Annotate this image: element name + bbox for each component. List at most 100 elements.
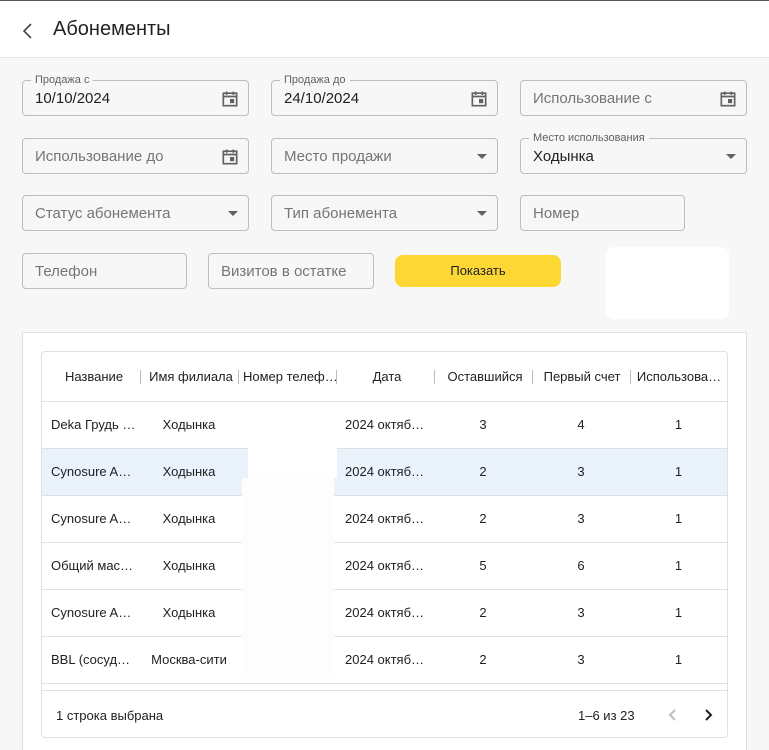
cell-date: 2024 октяб… <box>345 464 425 479</box>
sale-to-value: 24/10/2024 <box>284 90 360 107</box>
cell-name: BBL (сосуд… <box>51 652 131 667</box>
number-placeholder: Номер <box>533 205 580 222</box>
table-row[interactable]: Cynosure A… Ходынка 2024 октяб… 2 3 1 <box>42 496 727 543</box>
cell-remaining: 2 <box>479 511 487 526</box>
cell-used: 1 <box>674 605 683 620</box>
number-input[interactable]: Номер <box>520 195 685 231</box>
table-row[interactable]: Cynosure A… Ходынка 2024 октяб… 2 3 1 <box>42 449 727 496</box>
column-separator[interactable] <box>434 370 435 384</box>
cell-branch: Москва-сити <box>151 652 227 667</box>
cell-first: 3 <box>577 605 585 620</box>
column-header-remaining[interactable]: Оставшийся <box>438 352 532 402</box>
cell-name: Cynosure A… <box>51 605 132 620</box>
cell-name: Cynosure A… <box>51 464 132 479</box>
selected-rows-count: 1 строка выбрана <box>56 708 164 723</box>
cell-branch: Ходынка <box>162 605 216 620</box>
cell-name: Deka Грудь … <box>51 417 136 432</box>
sale-from-value: 10/10/2024 <box>35 90 111 107</box>
phone-placeholder: Телефон <box>35 263 98 280</box>
column-separator[interactable] <box>238 370 239 384</box>
visits-left-placeholder: Визитов в остатке <box>221 263 347 280</box>
arrow-drop-down-icon <box>228 211 238 216</box>
status-placeholder: Статус абонемента <box>35 205 171 222</box>
show-button[interactable]: Показать <box>395 255 561 287</box>
sale-from-label: Продажа с <box>31 73 94 87</box>
cell-remaining: 5 <box>479 558 487 573</box>
table-row[interactable]: Deka Грудь … Ходынка 2024 октяб… 3 4 1 <box>42 402 727 449</box>
calendar-icon[interactable] <box>718 89 738 109</box>
type-select[interactable]: Тип абонемента <box>271 195 498 231</box>
cell-first: 6 <box>577 558 585 573</box>
cell-date: 2024 октяб… <box>345 605 425 620</box>
type-placeholder: Тип абонемента <box>284 205 398 222</box>
table-row[interactable]: Общий мас… Ходынка 2024 октяб… 5 6 1 <box>42 543 727 590</box>
cell-date: 2024 октяб… <box>345 652 425 667</box>
phone-input[interactable]: Телефон <box>22 253 187 289</box>
page-title: Абонементы <box>53 18 171 40</box>
column-header-date[interactable]: Дата <box>340 352 434 402</box>
calendar-icon[interactable] <box>220 89 240 109</box>
visits-left-input[interactable]: Визитов в остатке <box>208 253 374 289</box>
use-from-field[interactable]: Использование с <box>520 80 747 116</box>
cell-first: 4 <box>577 417 585 432</box>
cell-first: 3 <box>577 464 585 479</box>
use-place-select[interactable]: Место использования Ходынка <box>520 131 747 174</box>
sale-to-label: Продажа до <box>280 73 350 87</box>
cell-used: 1 <box>674 558 683 573</box>
arrow-drop-down-icon <box>477 211 487 216</box>
cell-branch: Ходынка <box>162 417 216 432</box>
cell-branch: Ходынка <box>162 558 216 573</box>
cell-date: 2024 октяб… <box>345 511 425 526</box>
data-grid: Название Имя филиала Номер телеф… Дата О… <box>41 351 728 738</box>
cell-name: Cynosure A… <box>51 511 132 526</box>
sale-to-field[interactable]: Продажа до 24/10/2024 <box>271 73 498 116</box>
cell-remaining: 2 <box>479 464 487 479</box>
cell-first: 3 <box>577 652 585 667</box>
cell-remaining: 3 <box>479 417 487 432</box>
cell-used: 1 <box>674 511 683 526</box>
column-header-first[interactable]: Первый счет <box>536 352 628 402</box>
sale-from-field[interactable]: Продажа с 10/10/2024 <box>22 73 249 116</box>
cell-date: 2024 октяб… <box>345 417 425 432</box>
cell-branch: Ходынка <box>162 511 216 526</box>
column-separator[interactable] <box>140 370 141 384</box>
sale-place-placeholder: Место продажи <box>284 148 392 165</box>
use-place-label: Место использования <box>529 131 649 145</box>
table-row[interactable]: BBL (сосуд… Москва-сити 2024 октяб… 2 3 … <box>42 637 727 684</box>
column-header-phone[interactable]: Номер телеф… <box>243 352 336 402</box>
column-header-used[interactable]: Использова… <box>636 352 722 402</box>
arrow-drop-down-icon <box>477 154 487 159</box>
cell-remaining: 2 <box>479 605 487 620</box>
table-row[interactable]: Cynosure A… Ходынка 2024 октяб… 2 3 1 <box>42 590 727 637</box>
table-header: Название Имя филиала Номер телеф… Дата О… <box>42 352 727 402</box>
cell-used: 1 <box>674 652 683 667</box>
app-bar: Абонементы <box>0 0 769 58</box>
column-separator[interactable] <box>630 370 631 384</box>
sale-place-select[interactable]: Место продажи <box>271 138 498 174</box>
cell-branch: Ходынка <box>162 464 216 479</box>
next-page-icon[interactable] <box>696 703 720 727</box>
use-to-placeholder: Использование до <box>35 148 164 165</box>
cell-date: 2024 октяб… <box>345 558 425 573</box>
use-to-field[interactable]: Использование до <box>22 138 249 174</box>
blank-area <box>606 247 729 319</box>
cell-remaining: 2 <box>479 652 487 667</box>
pagination-info: 1–6 из 23 <box>578 708 635 723</box>
column-separator[interactable] <box>532 370 533 384</box>
redacted-area <box>248 412 337 478</box>
prev-page-icon[interactable] <box>661 703 685 727</box>
use-place-value: Ходынка <box>533 148 594 165</box>
calendar-icon[interactable] <box>469 89 489 109</box>
arrow-drop-down-icon <box>726 154 736 159</box>
column-separator[interactable] <box>336 370 337 384</box>
redacted-area <box>242 478 334 678</box>
cell-used: 1 <box>674 417 683 432</box>
cell-name: Общий мас… <box>51 558 134 573</box>
cell-used: 1 <box>674 464 683 479</box>
column-header-name[interactable]: Название <box>50 352 138 402</box>
use-from-placeholder: Использование с <box>533 90 652 107</box>
calendar-icon[interactable] <box>220 147 240 167</box>
status-select[interactable]: Статус абонемента <box>22 195 249 231</box>
column-header-branch[interactable]: Имя филиала <box>144 352 238 402</box>
back-icon[interactable] <box>16 19 40 43</box>
